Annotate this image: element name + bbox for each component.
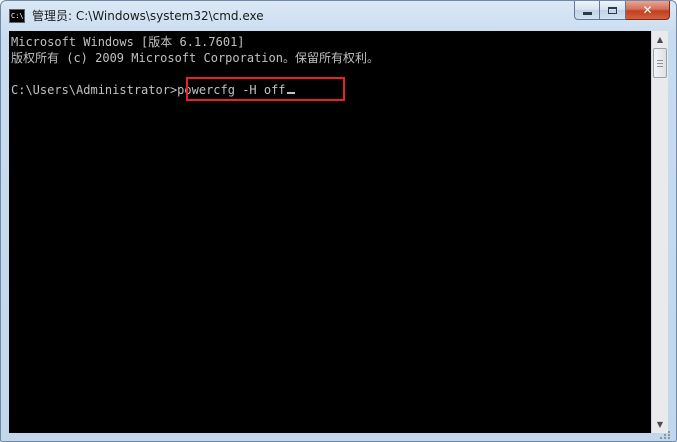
- maximize-icon: [608, 6, 617, 14]
- console-line-version: Microsoft Windows [版本 6.1.7601]: [11, 35, 245, 49]
- cmd-console-icon[interactable]: C:\: [9, 9, 25, 23]
- scroll-up-arrow-icon: ▲: [656, 34, 664, 44]
- scroll-down-arrow-icon: ▼: [656, 419, 664, 429]
- thumb-grip-line: [657, 65, 663, 67]
- minimize-button[interactable]: [574, 1, 600, 20]
- minimize-icon: [582, 11, 592, 15]
- scroll-up-button[interactable]: ▲: [652, 31, 668, 48]
- close-icon: ✕: [642, 3, 653, 17]
- thumb-grip-line: [657, 62, 663, 64]
- scroll-thumb[interactable]: [653, 48, 667, 78]
- cmd-window: C:\ 管理员: C:\Windows\system32\cmd.exe ✕ M…: [0, 0, 677, 442]
- thumb-grip-line: [657, 59, 663, 61]
- title-bar[interactable]: C:\ 管理员: C:\Windows\system32\cmd.exe ✕: [1, 1, 676, 31]
- app-icon-text: C:\: [11, 12, 24, 20]
- command-highlight-box: [186, 77, 345, 101]
- close-button[interactable]: ✕: [626, 1, 670, 20]
- console-line-copyright: 版权所有 (c) 2009 Microsoft Corporation。保留所有…: [11, 51, 379, 65]
- maximize-button[interactable]: [600, 1, 626, 20]
- window-title: 管理员: C:\Windows\system32\cmd.exe: [32, 9, 264, 23]
- console-output[interactable]: Microsoft Windows [版本 6.1.7601] 版权所有 (c)…: [9, 31, 651, 433]
- caption-buttons: ✕: [574, 1, 670, 21]
- vertical-scrollbar[interactable]: ▲ ▼: [651, 31, 668, 433]
- resize-grip-icon[interactable]: [660, 431, 670, 439]
